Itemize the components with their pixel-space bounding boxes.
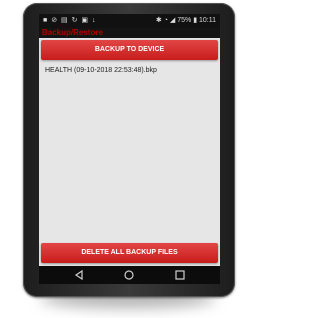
delete-all-backups-button[interactable]: DELETE ALL BACKUP FILES: [41, 243, 218, 263]
image-icon: ▣: [81, 17, 90, 24]
battery-icon: ▮: [193, 17, 198, 24]
android-icon: ■: [43, 17, 49, 24]
notification-icons: ■ ⊘ ▤ ↻ ▣ ↓: [43, 14, 97, 28]
wifi-icon: ◔: [163, 17, 168, 24]
backup-file-list: HEALTH (09-10-2018 22:53:48).bkp: [39, 64, 220, 78]
sync-icon: ↻: [71, 17, 79, 24]
system-status: ✱ ◔ ◢ 75% ▮ 10:11: [156, 14, 216, 28]
no-sim-icon: ⊘: [51, 17, 59, 24]
navigation-bar: [39, 266, 220, 284]
bluetooth-icon: ✱: [155, 17, 162, 24]
backup-file-item[interactable]: HEALTH (09-10-2018 22:53:48).bkp: [39, 64, 220, 78]
battery-level: 75%: [177, 17, 192, 24]
back-icon[interactable]: [73, 269, 85, 281]
backup-to-device-button[interactable]: BACKUP TO DEVICE: [41, 40, 218, 60]
recents-icon[interactable]: [174, 269, 186, 281]
status-bar: ■ ⊘ ▤ ↻ ▣ ↓ ✱ ◔ ◢ 75% ▮ 10:11: [39, 14, 220, 28]
signal-icon: ◢: [169, 17, 176, 24]
device-screen: ■ ⊘ ▤ ↻ ▣ ↓ ✱ ◔ ◢ 75% ▮ 10:11 Backup/Res…: [39, 14, 220, 284]
app-title: Backup/Restore: [42, 28, 103, 37]
download-icon: ↓: [92, 17, 97, 24]
clock: 10:11: [199, 17, 216, 24]
home-icon[interactable]: [123, 269, 135, 281]
data-icon: ▤: [61, 17, 69, 24]
app-title-bar: Backup/Restore: [39, 28, 220, 38]
